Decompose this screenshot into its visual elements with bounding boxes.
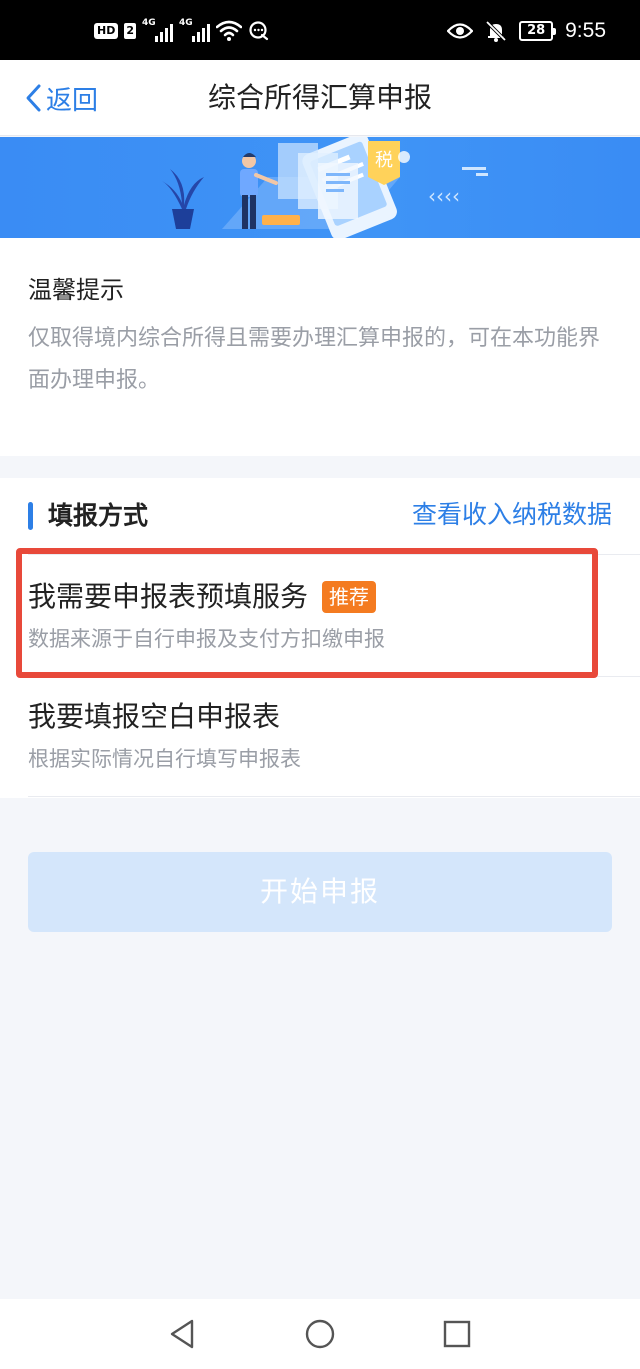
bell-muted-icon (485, 20, 507, 42)
method-header: 填报方式 查看收入纳税数据 (0, 478, 640, 554)
divider (28, 796, 640, 797)
banner-illustration: 税 ‹‹‹‹ (0, 137, 640, 238)
battery-icon: 28 (519, 21, 557, 41)
status-bar: HD 2 4G 4G 28 9:55 (0, 0, 640, 60)
clock: 9:55 (565, 19, 606, 42)
chat-icon (249, 21, 269, 41)
status-right: 28 9:55 (447, 19, 606, 42)
signal-icon-1: 4G (142, 18, 173, 42)
wifi-icon (216, 20, 242, 41)
option-title: 我要填报空白申报表 (28, 700, 281, 733)
tax-char: 税 (375, 150, 393, 171)
network-type-2: 4G (179, 18, 193, 28)
selection-highlight-box (16, 548, 598, 678)
option-blank-form[interactable]: 我要填报空白申报表 根据实际情况自行填写申报表 (0, 676, 640, 796)
system-nav-bar (0, 1299, 640, 1369)
section-accent-bar (28, 502, 33, 530)
method-card: 填报方式 查看收入纳税数据 我需要申报表预填服务 推荐 数据来源于自行申报及支付… (0, 478, 640, 798)
hd-icon: HD (94, 23, 119, 39)
tips-text: 仅取得境内综合所得且需要办理汇算申报的，可在本功能界面办理申报。 (28, 326, 601, 393)
section-title: 填报方式 (48, 501, 149, 530)
eye-icon (447, 23, 474, 39)
back-triangle-icon[interactable] (166, 1317, 200, 1351)
status-left: HD 2 4G 4G (94, 18, 270, 44)
recents-square-icon[interactable] (440, 1317, 474, 1351)
network-type-1: 4G (142, 18, 156, 28)
signal-icon-2: 4G (179, 18, 210, 42)
banner-art: 税 ‹‹‹‹ (162, 137, 488, 238)
sim-icon: 2 (124, 23, 136, 39)
tips-title: 温馨提示 (28, 276, 124, 304)
start-declare-button[interactable]: 开始申报 (28, 852, 612, 932)
option-desc: 根据实际情况自行填写申报表 (28, 747, 301, 771)
home-circle-icon[interactable] (303, 1317, 337, 1351)
nav-bar: 返回 综合所得汇算申报 (0, 60, 640, 136)
page-title: 综合所得汇算申报 (207, 81, 432, 114)
svg-text:‹‹‹‹: ‹‹‹‹ (428, 184, 460, 208)
view-tax-data-link[interactable]: 查看收入纳税数据 (412, 498, 612, 532)
tips-card: 温馨提示 仅取得境内综合所得且需要办理汇算申报的，可在本功能界面办理申报。 (0, 238, 640, 456)
